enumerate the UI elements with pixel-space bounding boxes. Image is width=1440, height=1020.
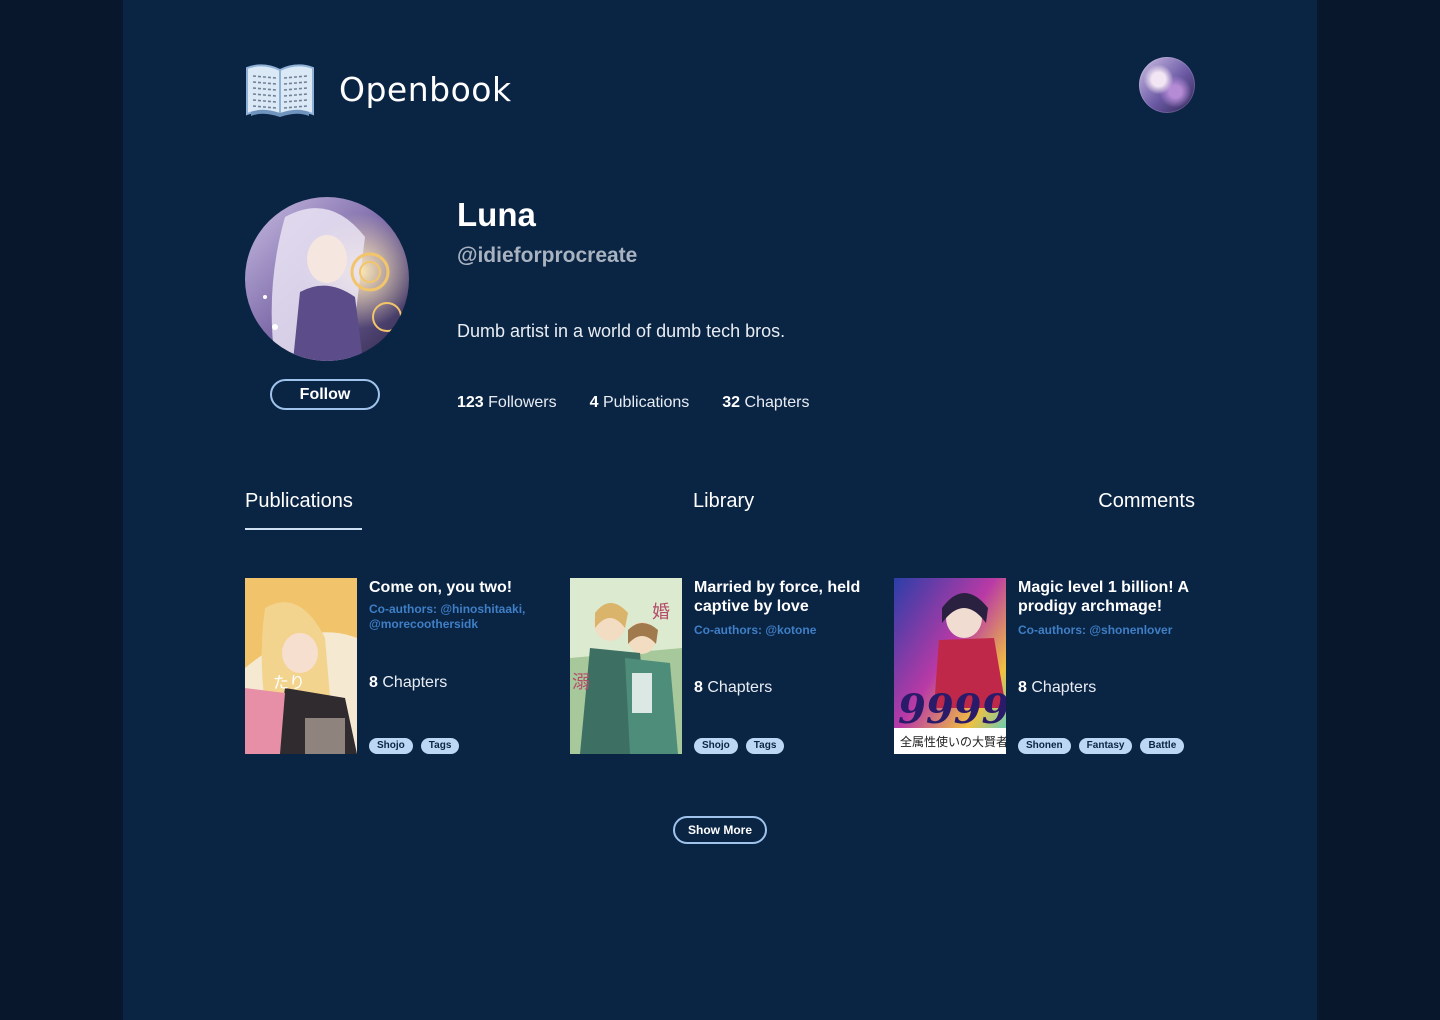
publication-cover[interactable]: 9999 全属性使いの大賢者 [894,578,1006,754]
tab-library[interactable]: Library [693,490,754,513]
svg-text:婚: 婚 [652,602,670,623]
profile-bio: Dumb artist in a world of dumb tech bros… [457,321,786,341]
stat-followers[interactable]: 123 Followers [457,394,557,412]
app-name: Openbook [339,69,512,109]
profile-name: Luna [457,196,536,233]
user-avatar[interactable] [1139,57,1195,113]
publication-tags: Shojo Tags [694,738,792,754]
svg-text:溺: 溺 [572,672,590,693]
page-panel: Openbook Follow Luna @idieforprocreate D… [123,0,1317,1020]
publication-coauthors[interactable]: Co-authors: @shonenlover [1018,623,1194,638]
publication-chapters: 8 Chapters [369,674,448,691]
publication-title[interactable]: Come on, you two! [369,578,545,597]
tag-badge[interactable]: Shojo [694,738,738,754]
tag-badge[interactable]: Shonen [1018,738,1071,754]
open-book-icon [246,64,314,117]
publication-card[interactable]: たり Come on, you two! Co-authors: @hinosh… [245,578,545,754]
publication-cover[interactable]: たり [245,578,357,754]
tag-badge[interactable]: Tags [745,738,785,754]
stat-publications[interactable]: 4 Publications [590,394,690,412]
publication-card[interactable]: 溺 婚 Married by force, held captive by lo… [570,578,870,754]
svg-text:全属性使いの大賢者: 全属性使いの大賢者 [900,734,1006,749]
tag-badge[interactable]: Battle [1140,738,1185,754]
publication-tags: Shojo Tags [369,738,467,754]
publication-tags: Shonen Fantasy Battle [1018,738,1192,754]
profile-handle: @idieforprocreate [457,244,638,267]
tab-publications[interactable]: Publications [245,490,353,513]
tag-badge[interactable]: Shojo [369,738,413,754]
tag-badge[interactable]: Tags [420,738,460,754]
publication-coauthors[interactable]: Co-authors: @hinoshitaaki, @morecoothers… [369,602,545,632]
tab-comments[interactable]: Comments [1098,490,1195,513]
publication-card[interactable]: 9999 全属性使いの大賢者 Magic level 1 billion! A … [894,578,1194,754]
stat-chapters[interactable]: 32 Chapters [722,394,809,412]
app-logo[interactable]: Openbook [245,60,512,118]
publication-coauthors[interactable]: Co-authors: @kotone [694,623,870,638]
publication-cover[interactable]: 溺 婚 [570,578,682,754]
publication-title[interactable]: Magic level 1 billion! A prodigy archmag… [1018,578,1194,616]
publication-title[interactable]: Married by force, held captive by love [694,578,870,616]
show-more-button[interactable]: Show More [673,816,767,844]
active-tab-indicator [245,528,362,530]
profile-avatar [245,197,409,361]
profile-stats: 123 Followers 4 Publications 32 Chapters [457,394,842,412]
svg-text:たり: たり [273,673,305,692]
publication-chapters: 8 Chapters [1018,679,1097,696]
publication-chapters: 8 Chapters [694,679,773,696]
tag-badge[interactable]: Fantasy [1078,738,1133,754]
cover-title-number: 9999 [898,686,1006,733]
follow-button[interactable]: Follow [270,379,380,410]
